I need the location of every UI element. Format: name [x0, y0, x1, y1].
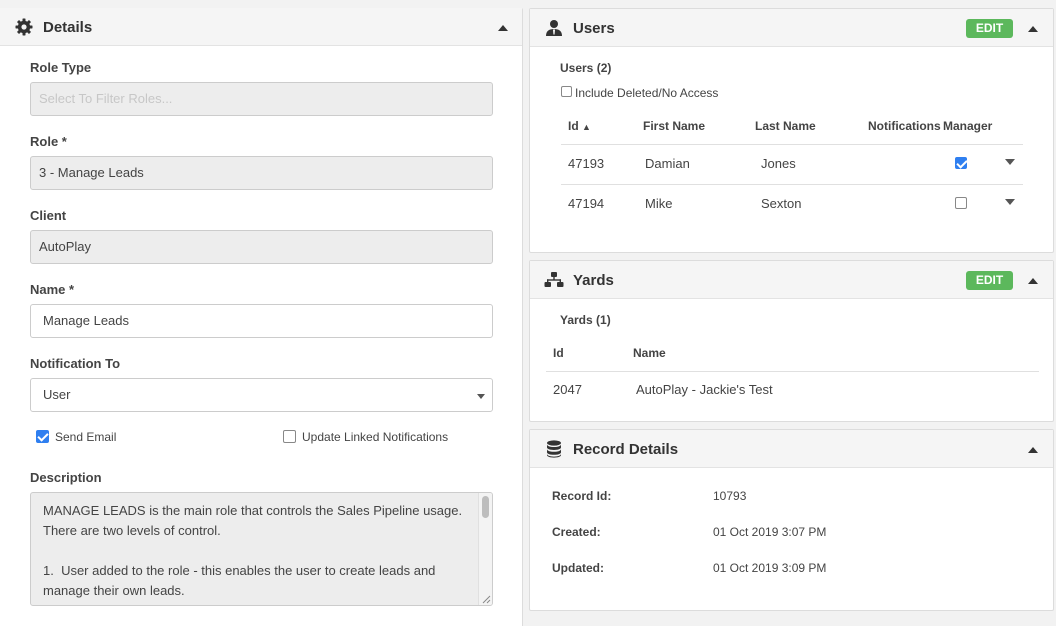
gear-icon: [15, 18, 33, 36]
record-details-panel: Record Details Record Id: 10793 Created:…: [529, 429, 1054, 611]
record-panel-header[interactable]: Record Details: [530, 430, 1053, 468]
yard-name: AutoPlay - Jackie's Test: [636, 382, 773, 397]
divider: [561, 184, 1023, 185]
description-line: 1. User added to the role - this enables…: [43, 563, 436, 578]
col-name-header[interactable]: Name: [633, 346, 666, 360]
resize-handle-icon[interactable]: [481, 594, 491, 604]
divider: [561, 144, 1023, 145]
yards-edit-button[interactable]: EDIT: [966, 271, 1013, 290]
manager-checkbox[interactable]: [955, 197, 967, 209]
scrollbar-thumb[interactable]: [482, 496, 489, 518]
user-last-name: Jones: [761, 156, 796, 171]
description-line: MANAGE LEADS is the main role that contr…: [43, 503, 463, 518]
updated-label: Updated:: [552, 561, 604, 575]
users-panel: Users EDIT Users (2) Include Deleted/No …: [529, 8, 1054, 253]
users-panel-header[interactable]: Users EDIT: [530, 9, 1053, 47]
users-title: Users: [573, 20, 615, 37]
role-type-placeholder: Select To Filter Roles...: [39, 91, 173, 106]
divider: [546, 371, 1039, 372]
col-first-name-header[interactable]: First Name: [643, 119, 705, 133]
users-edit-button[interactable]: EDIT: [966, 19, 1013, 38]
role-type-select[interactable]: Select To Filter Roles...: [30, 82, 493, 116]
notification-to-label: Notification To: [30, 356, 121, 371]
record-details-title: Record Details: [573, 441, 679, 458]
yard-id: 2047: [553, 382, 582, 397]
caret-up-icon[interactable]: [1028, 26, 1038, 32]
caret-up-icon[interactable]: [1028, 447, 1038, 453]
description-textarea[interactable]: MANAGE LEADS is the main role that contr…: [30, 492, 493, 606]
user-icon: [546, 20, 562, 36]
user-first-name: Mike: [645, 196, 673, 211]
notification-to-select[interactable]: User: [30, 378, 493, 412]
send-email-label: Send Email: [55, 430, 117, 444]
caret-up-icon[interactable]: [498, 25, 508, 31]
record-id-value: 10793: [713, 489, 747, 503]
database-icon: [547, 440, 561, 458]
col-manager-header[interactable]: Manager: [943, 119, 992, 133]
update-linked-checkbox[interactable]: [283, 430, 296, 443]
description-line: manage their own leads.: [43, 583, 185, 598]
sort-asc-icon: ▲: [582, 122, 591, 132]
yards-panel: Yards EDIT Yards (1) Id Name 2047 AutoPl…: [529, 260, 1054, 422]
caret-up-icon[interactable]: [1028, 278, 1038, 284]
user-id: 47193: [568, 156, 605, 171]
role-label: Role *: [30, 134, 67, 149]
col-id-label: Id: [568, 119, 579, 133]
created-value: 01 Oct 2019 3:07 PM: [713, 525, 827, 539]
user-first-name: Damian: [645, 156, 690, 171]
users-subtitle: Users (2): [560, 61, 612, 75]
description-line: There are two levels of control.: [43, 523, 221, 538]
include-deleted-label: Include Deleted/No Access: [575, 86, 719, 100]
role-type-label: Role Type: [30, 60, 92, 75]
name-label: Name *: [30, 282, 75, 297]
created-label: Created:: [552, 525, 601, 539]
update-linked-label: Update Linked Notifications: [302, 430, 449, 444]
include-deleted-checkbox[interactable]: [561, 86, 572, 97]
yards-title: Yards: [573, 272, 614, 289]
updated-value: 01 Oct 2019 3:09 PM: [713, 561, 827, 575]
description-scrollbar[interactable]: [478, 493, 492, 605]
send-email-checkbox[interactable]: [36, 430, 49, 443]
col-id-header[interactable]: Id ▲: [568, 119, 591, 133]
description-label: Description: [30, 470, 102, 485]
yards-icon: [544, 272, 564, 287]
col-last-name-header[interactable]: Last Name: [755, 119, 816, 133]
yards-panel-header[interactable]: Yards EDIT: [530, 261, 1053, 299]
col-id-header[interactable]: Id: [553, 346, 564, 360]
user-last-name: Sexton: [761, 196, 802, 211]
row-menu-icon[interactable]: [1005, 159, 1015, 165]
description-line: [43, 541, 472, 561]
client-field: AutoPlay: [30, 230, 493, 264]
details-title: Details: [43, 19, 93, 36]
role-field: 3 - Manage Leads: [30, 156, 493, 190]
user-id: 47194: [568, 196, 605, 211]
yards-subtitle: Yards (1): [560, 313, 611, 327]
col-notifications-header[interactable]: Notifications: [868, 119, 941, 133]
manager-checkbox[interactable]: [955, 157, 967, 169]
chevron-down-icon: [477, 394, 485, 399]
details-panel-header[interactable]: Details: [0, 8, 522, 46]
record-id-label: Record Id:: [552, 489, 612, 503]
client-label: Client: [30, 208, 67, 223]
row-menu-icon[interactable]: [1005, 199, 1015, 205]
name-input[interactable]: Manage Leads: [30, 304, 493, 338]
notification-to-value: User: [43, 387, 71, 402]
